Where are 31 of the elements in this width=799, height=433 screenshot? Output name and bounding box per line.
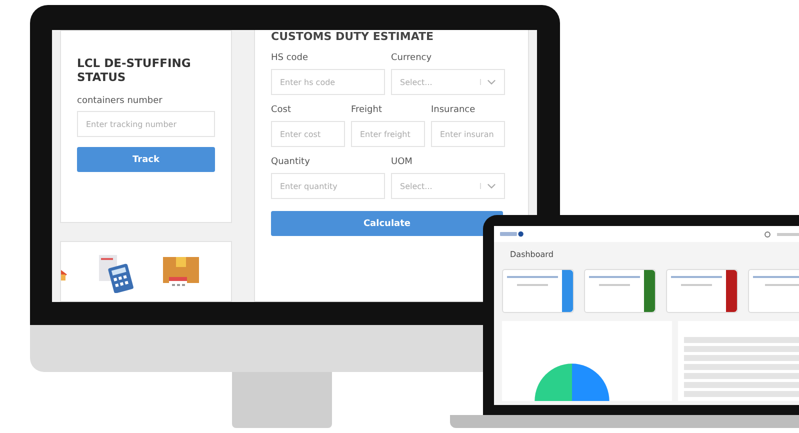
field-label: Insurance	[431, 105, 476, 115]
input-field[interactable]: Enter freight	[351, 121, 425, 147]
select-placeholder: Select...	[400, 182, 432, 190]
input-field[interactable]: Enter insuran	[431, 121, 505, 147]
chevron-down-icon	[480, 79, 496, 85]
card-title: LCL DE-STUFFING STATUS	[77, 56, 192, 84]
field-label: HS code	[271, 53, 310, 63]
field-label: Currency	[391, 53, 433, 63]
field-label: Quantity	[271, 157, 311, 167]
logo-icon	[500, 230, 526, 238]
settings-icon	[764, 230, 771, 238]
select-placeholder: Select...	[400, 78, 432, 86]
stat-card[interactable]	[502, 269, 574, 313]
field-label: Freight	[351, 105, 384, 115]
panel-title: CUSTOMS DUTY ESTIMATE	[271, 30, 434, 43]
track-button[interactable]: Track	[77, 147, 215, 172]
stat-card[interactable]	[666, 269, 738, 313]
stat-card[interactable]	[584, 269, 656, 313]
field-label: containers number	[77, 96, 164, 106]
input-field[interactable]: Enter quantity	[271, 173, 385, 199]
input-field[interactable]: Enter hs code	[271, 69, 385, 95]
chevron-down-icon	[480, 183, 496, 189]
select-field[interactable]: Select...	[391, 173, 505, 199]
calculate-button[interactable]: Calculate	[271, 211, 503, 236]
field-label: UOM	[391, 157, 414, 167]
tracking-input[interactable]: Enter tracking number	[77, 111, 215, 137]
field-label: Cost	[271, 105, 292, 115]
input-field[interactable]: Enter cost	[271, 121, 345, 147]
page-title: Dashboard	[510, 250, 554, 259]
user-menu-drawing	[777, 232, 799, 236]
select-field[interactable]: Select...	[391, 69, 505, 95]
